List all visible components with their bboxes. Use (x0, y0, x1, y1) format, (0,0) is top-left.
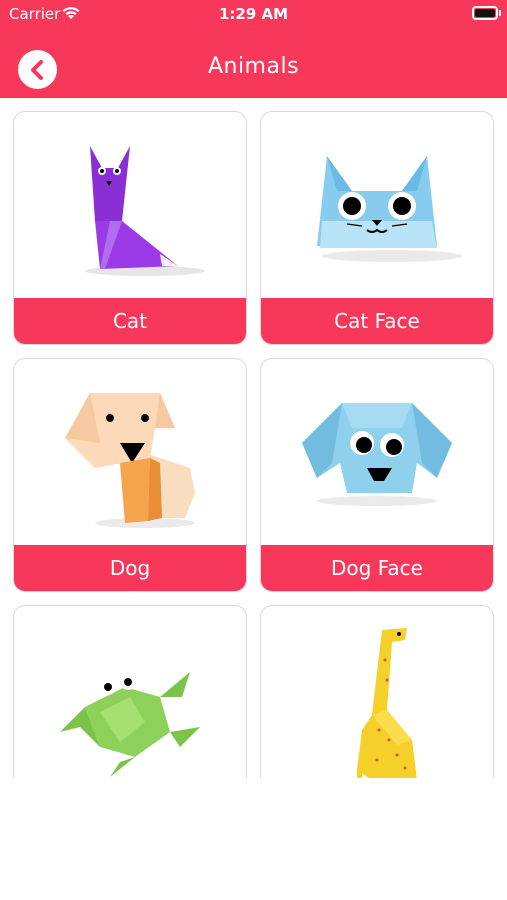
card-image (14, 606, 246, 778)
origami-cat-icon (85, 145, 205, 276)
origami-dog-face-icon (302, 402, 452, 506)
animal-card-cat-face[interactable]: Cat Face (260, 111, 494, 345)
status-time: 1:29 AM (218, 5, 289, 23)
card-image (14, 112, 246, 299)
origami-dog-icon (65, 392, 195, 528)
card-label: Dog (14, 545, 246, 591)
page-title: Animals (207, 54, 300, 79)
card-image (261, 112, 493, 299)
animal-card-cat[interactable]: Cat (13, 111, 247, 345)
origami-giraffe-icon (357, 627, 417, 778)
origami-cat-face-icon (317, 155, 462, 262)
origami-frog-icon (60, 672, 200, 777)
battery-tip (499, 10, 501, 16)
card-label: Dog Face (261, 545, 493, 591)
app-header: Carrier 1:29 AM Animals (0, 0, 507, 98)
card-label: Cat Face (261, 298, 493, 344)
animal-card-frog[interactable] (13, 605, 247, 778)
card-image (261, 359, 493, 546)
status-bar: Carrier 1:29 AM (0, 0, 507, 30)
animal-grid[interactable]: Cat Cat Face Dog Dog Face (0, 98, 507, 778)
card-image (261, 606, 493, 778)
animal-card-dog-face[interactable]: Dog Face (260, 358, 494, 592)
animal-card-giraffe[interactable] (260, 605, 494, 778)
animal-card-dog[interactable]: Dog (13, 358, 247, 592)
battery-icon (472, 6, 498, 20)
card-image (14, 359, 246, 546)
card-label: Cat (14, 298, 246, 344)
